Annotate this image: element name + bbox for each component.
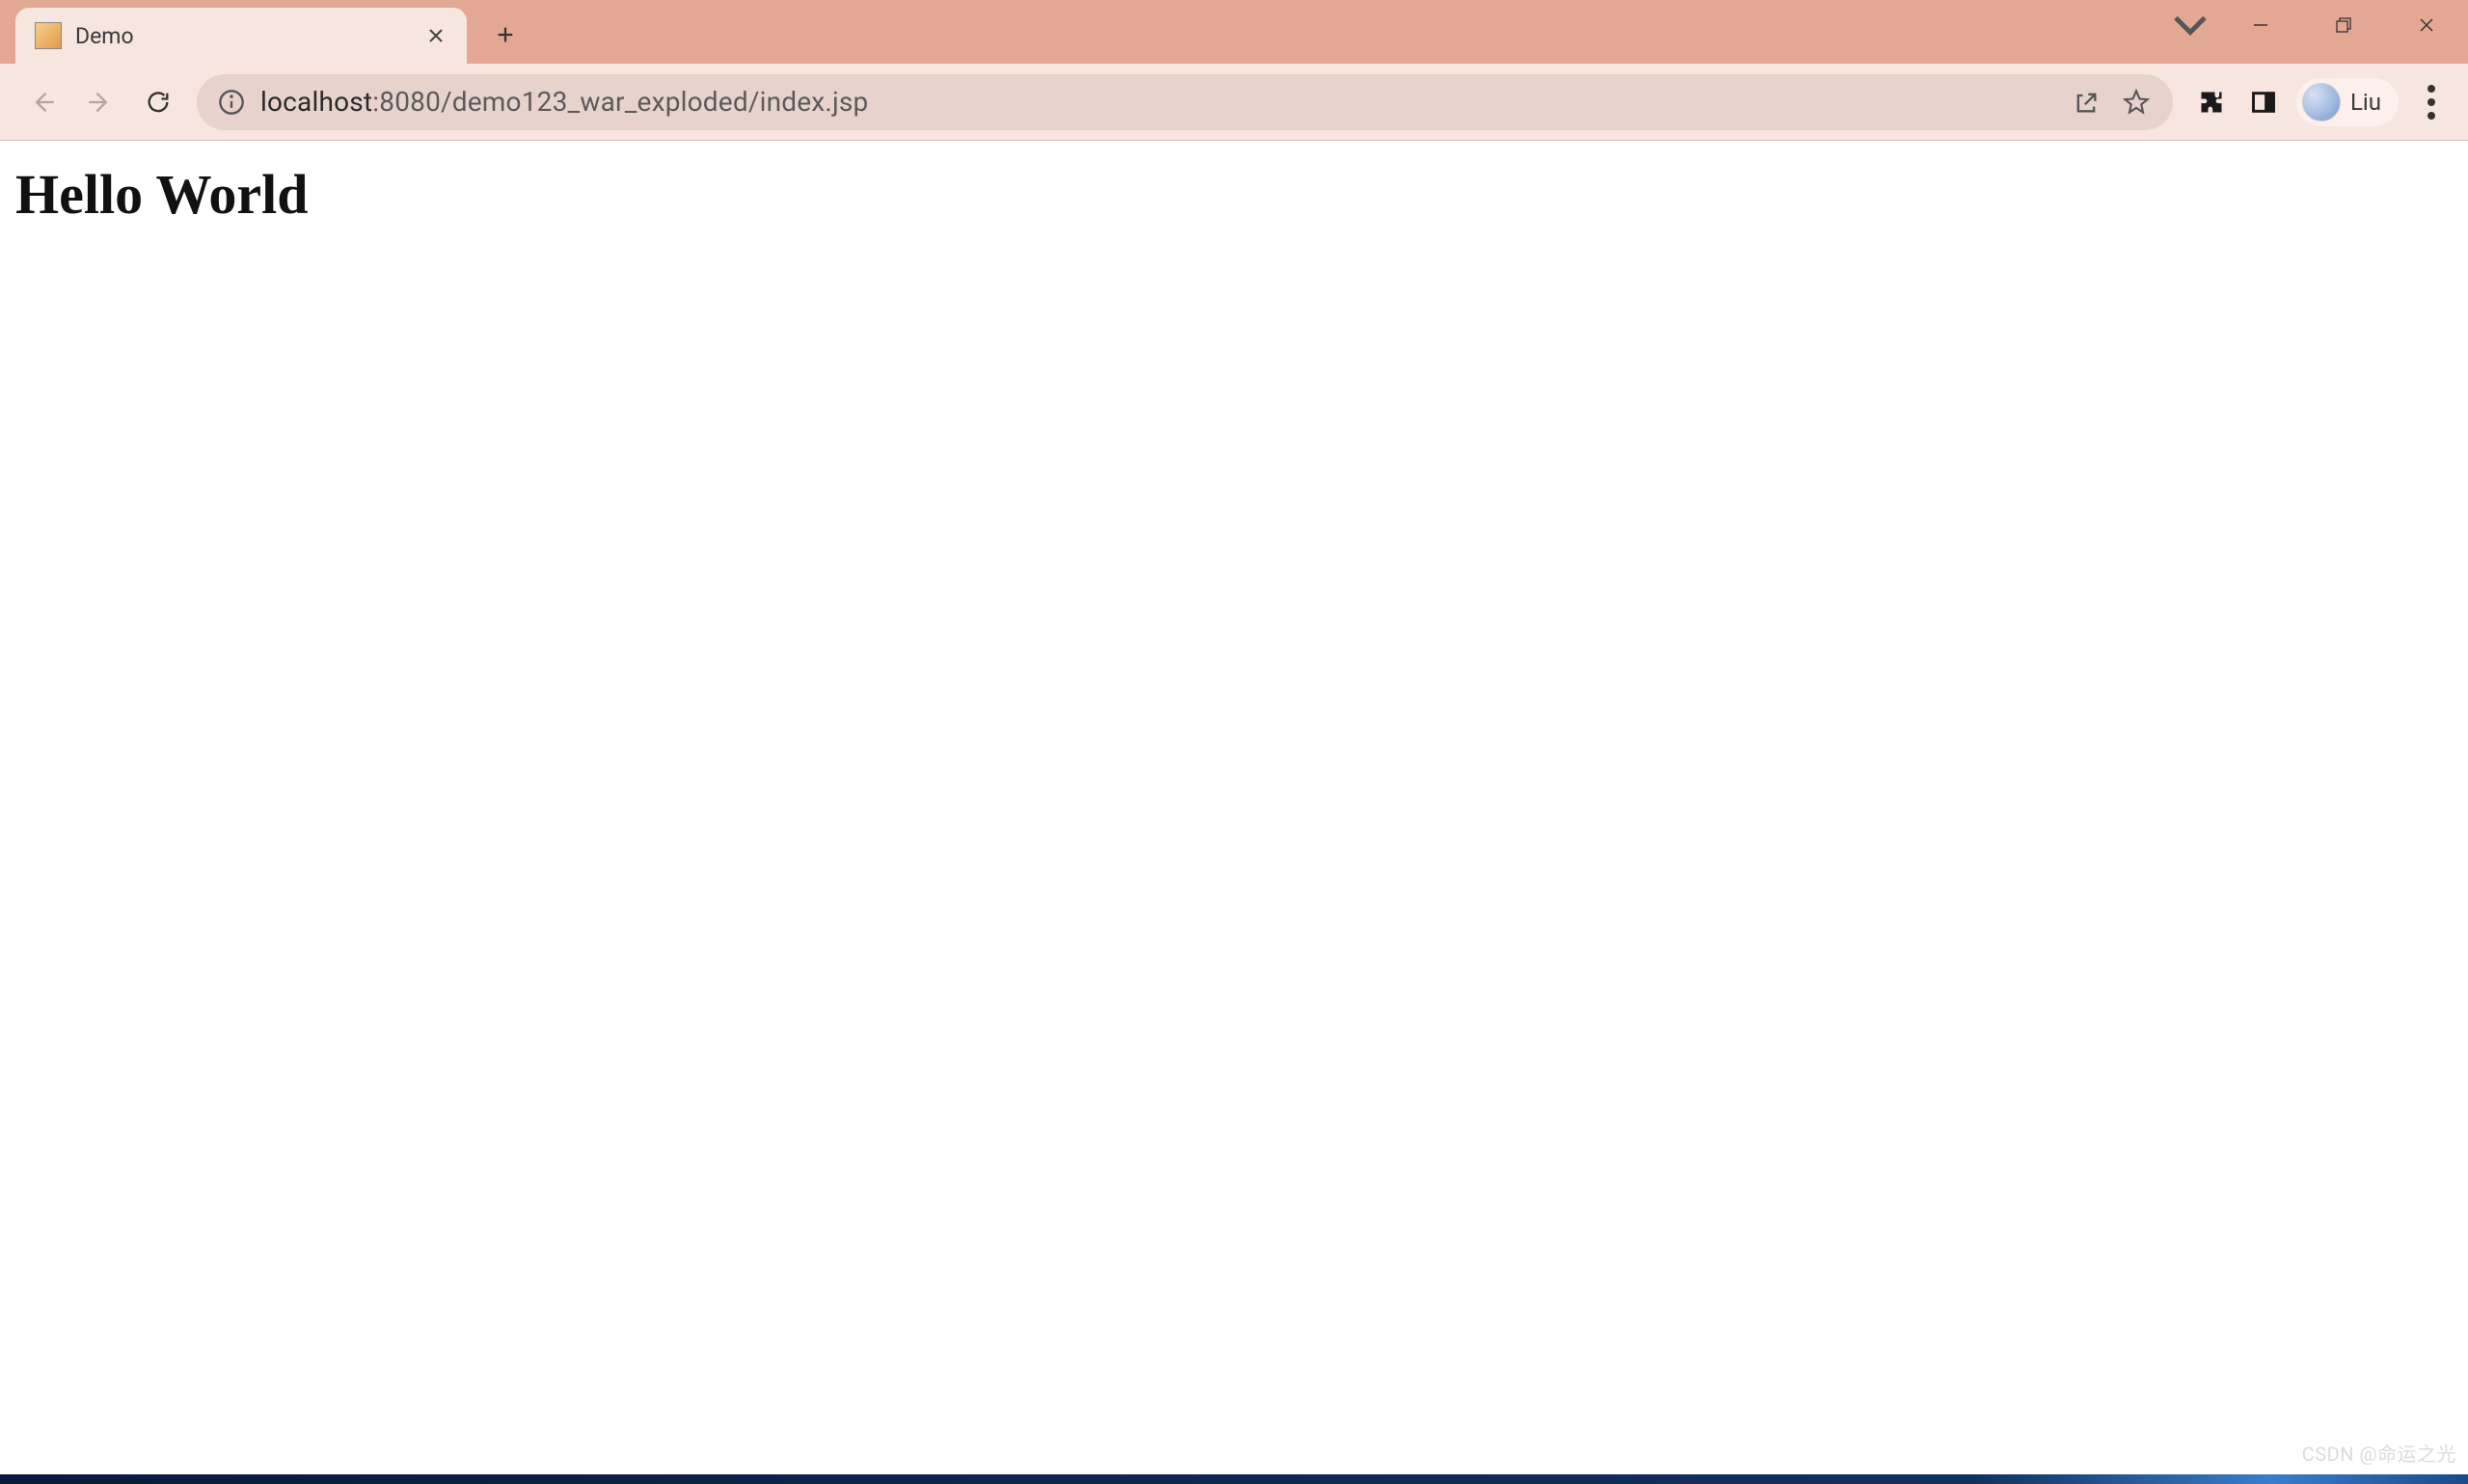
panel-icon: [2250, 89, 2277, 116]
info-icon: [218, 89, 245, 116]
address-bar[interactable]: localhost:8080/demo123_war_exploded/inde…: [197, 74, 2173, 130]
side-panel-button[interactable]: [2240, 79, 2287, 125]
extensions-button[interactable]: [2188, 79, 2235, 125]
avatar-icon: [2302, 83, 2341, 121]
toolbar-right: Liu: [2188, 78, 2454, 126]
page-content: Hello World: [0, 141, 2468, 248]
forward-button[interactable]: [75, 77, 125, 127]
watermark: CSDN @命运之光: [2302, 1439, 2456, 1467]
bookmark-button[interactable]: [2113, 79, 2159, 125]
arrow-right-icon: [87, 89, 114, 116]
favicon-icon: [35, 22, 62, 49]
url-text: localhost:8080/demo123_war_exploded/inde…: [260, 86, 2061, 118]
reload-icon: [145, 89, 172, 116]
new-tab-button[interactable]: [482, 12, 529, 58]
tab-title: Demo: [75, 23, 422, 49]
share-button[interactable]: [2063, 79, 2109, 125]
profile-button[interactable]: Liu: [2296, 78, 2399, 126]
close-tab-button[interactable]: [422, 22, 449, 49]
chevron-down-icon: [2161, 0, 2219, 54]
close-icon: [2418, 16, 2435, 34]
share-icon: [2073, 89, 2100, 116]
toolbar: localhost:8080/demo123_war_exploded/inde…: [0, 64, 2468, 141]
tab-strip: Demo: [0, 0, 2468, 64]
url-host: localhost: [260, 86, 372, 118]
taskbar-edge: [0, 1474, 2468, 1484]
menu-button[interactable]: [2408, 79, 2454, 125]
back-button[interactable]: [17, 77, 68, 127]
minimize-button[interactable]: [2219, 0, 2302, 50]
close-window-button[interactable]: [2385, 0, 2468, 50]
window-controls: [2161, 0, 2468, 50]
minimize-icon: [2252, 16, 2269, 34]
page-heading: Hello World: [15, 162, 2453, 227]
star-icon: [2123, 89, 2150, 116]
reload-button[interactable]: [133, 77, 183, 127]
maximize-button[interactable]: [2302, 0, 2385, 50]
browser-tab[interactable]: Demo: [15, 8, 467, 64]
url-path: :8080/demo123_war_exploded/index.jsp: [372, 86, 868, 118]
arrow-left-icon: [29, 89, 56, 116]
profile-name: Liu: [2350, 89, 2381, 116]
puzzle-icon: [2198, 89, 2225, 116]
close-icon: [428, 28, 444, 43]
tab-search-button[interactable]: [2161, 0, 2219, 50]
kebab-icon: [2408, 79, 2454, 125]
plus-icon: [495, 24, 516, 45]
restore-icon: [2335, 16, 2352, 34]
site-info-button[interactable]: [218, 89, 245, 116]
